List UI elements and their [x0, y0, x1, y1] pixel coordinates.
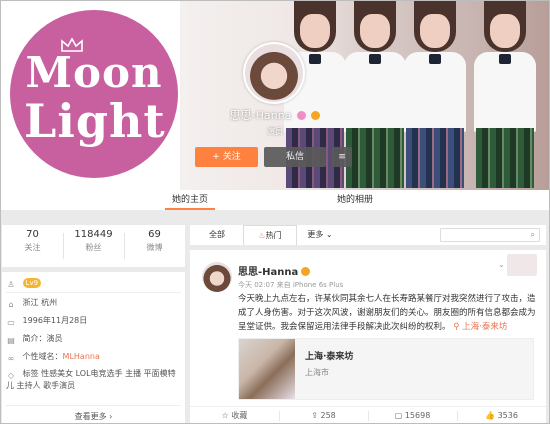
tag-icon: ◇ [7, 371, 15, 380]
info-intro: ▤ 简介：演员 [7, 334, 63, 345]
post-content: 今天晚上九点左右，许某伙同其余七人在长寿路某餐厅对我突然进行了攻击，造成了人身伤… [238, 294, 536, 332]
profile-nickname: 思思-Hanna [0, 107, 550, 123]
filter-more[interactable]: 更多 ⌄ [303, 225, 337, 245]
female-icon [296, 111, 306, 120]
info-tags: ◇ 标签 性感美女 LOL电竞选手 主播 平面模特儿 主持人 歌手演员 [6, 369, 176, 390]
divider [6, 405, 181, 406]
repost-icon: ⇪ [311, 411, 318, 420]
location-pin-icon: ⌂ [8, 300, 14, 309]
tab-album[interactable]: 她的相册 [330, 190, 380, 210]
collect-button[interactable]: ☆ 收藏 [190, 407, 279, 424]
stat-following[interactable]: 70 关注 [2, 229, 63, 253]
stat-followers[interactable]: 118449 粉丝 [63, 229, 124, 253]
post-location-link[interactable]: ⚲ 上海·泰来坊 [453, 322, 507, 332]
moonlight-logo: Moon Light [10, 10, 178, 178]
repost-button[interactable]: ⇪ 258 [279, 407, 368, 424]
info-domain: ∞ 个性域名：MLHanna [7, 352, 100, 363]
post-actions: ☆ 收藏 ⇪ 258 ▢ 15698 👍 3536 [190, 406, 546, 424]
domain-link[interactable]: MLHanna [63, 352, 100, 361]
profile-avatar[interactable] [243, 42, 305, 104]
more-menu-button[interactable]: ≡ [332, 147, 352, 167]
link-icon: ∞ [7, 354, 15, 363]
verified-title: 演员 [267, 127, 283, 136]
location-card-title: 上海·泰来坊 [305, 352, 354, 362]
comment-button[interactable]: ▢ 15698 [368, 407, 457, 424]
stat-posts[interactable]: 69 微博 [124, 229, 185, 253]
divider [6, 292, 181, 293]
feed-search-input[interactable]: ⌕ [440, 228, 540, 242]
floating-avatar[interactable] [507, 254, 537, 276]
location-card-subtitle: 上海市 [305, 368, 329, 377]
post-author[interactable]: 思思-Hanna [238, 263, 311, 278]
left-sidebar: 70 关注 118449 粉丝 69 微博 ♙ Lv9 ⌂ 浙江 杭州 ▭ 19… [2, 215, 185, 424]
info-location: ⌂ 浙江 杭州 [6, 297, 182, 310]
profile-cover: Moon Light 思思-Hanna 演员 + 关注 私信 ≡ [0, 0, 550, 220]
search-icon[interactable]: ⌕ [531, 230, 535, 240]
info-level: ♙ Lv9 [6, 278, 182, 290]
level-icon: ♙ [7, 280, 15, 289]
birthday-icon: ▭ [7, 318, 15, 327]
follow-button[interactable]: + 关注 [195, 147, 258, 167]
cover-figure [400, 0, 470, 190]
tab-home[interactable]: 她的主页 [165, 190, 215, 210]
cover-figure [470, 0, 540, 190]
location-card[interactable]: 上海·泰来坊 上海市 [238, 338, 534, 400]
logo-text-moon: Moon [25, 48, 163, 97]
level-badge[interactable]: Lv9 [22, 278, 42, 288]
profile-info-panel: ♙ Lv9 ⌂ 浙江 杭州 ▭ 1996年11月28日 ▤ 简介：演员 ∞ 个性… [2, 272, 185, 424]
fire-icon: ♨ [258, 231, 266, 240]
post-avatar[interactable] [202, 262, 232, 292]
message-button[interactable]: 私信 [264, 147, 326, 167]
vip-badge-icon [301, 267, 311, 276]
post-meta: 今天 02:07 来自 iPhone 6s Plus [238, 281, 344, 289]
feed-post: 思思-Hanna 今天 02:07 来自 iPhone 6s Plus ⌄ 今天… [190, 250, 546, 424]
filter-all[interactable]: 全部 [200, 225, 234, 245]
thumbs-up-icon: 👍 [485, 411, 496, 420]
filter-hot[interactable]: ♨热门 [243, 225, 297, 245]
feed-filter-bar: 全部 ♨热门 更多 ⌄ ⌕ [190, 225, 546, 245]
view-more-link[interactable]: 查看更多 › [2, 411, 185, 422]
like-button[interactable]: 👍 3536 [457, 407, 546, 424]
comment-icon: ▢ [394, 411, 403, 420]
star-icon: ☆ [221, 411, 229, 420]
chevron-down-icon[interactable]: ⌄ [498, 260, 505, 269]
profile-tabs: 她的主页 她的相册 [0, 190, 550, 210]
info-birthday: ▭ 1996年11月28日 [7, 316, 88, 327]
location-card-image [239, 339, 295, 399]
intro-icon: ▤ [7, 336, 15, 345]
vip-badge-icon[interactable] [311, 111, 321, 120]
stats-panel: 70 关注 118449 粉丝 69 微博 [2, 225, 185, 267]
